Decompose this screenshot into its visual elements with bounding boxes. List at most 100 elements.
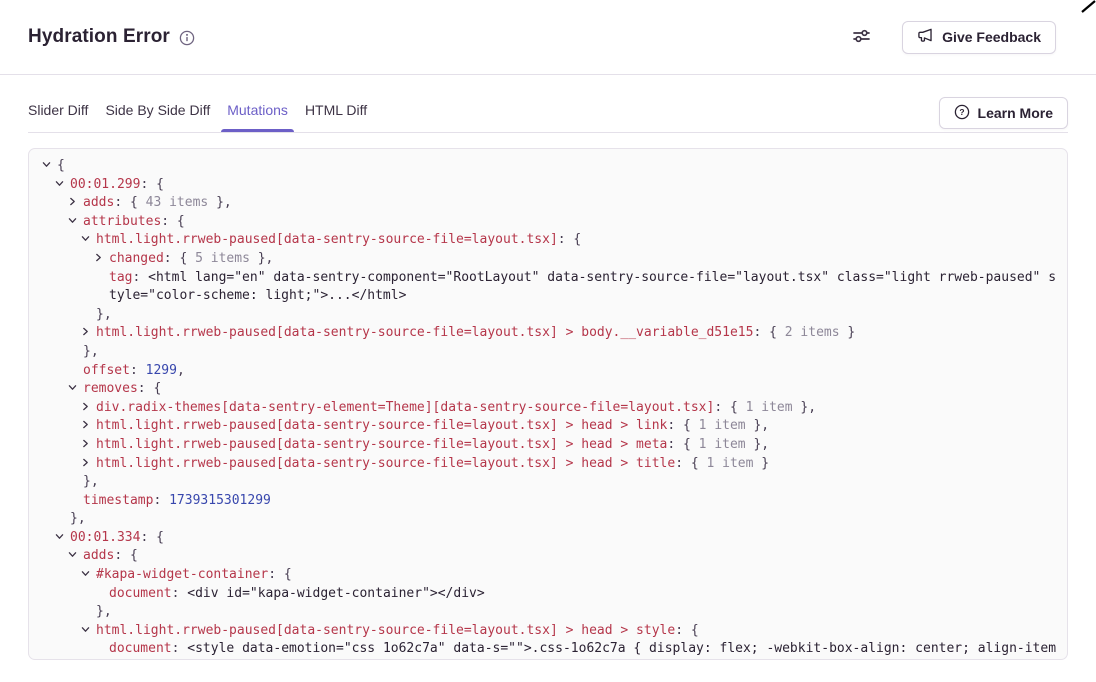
expand-arrow-icon[interactable] (93, 250, 109, 269)
token-punct: }, (83, 474, 99, 489)
tree-line: }, (29, 306, 1057, 325)
token-punct: : { (164, 251, 195, 266)
token-punct: }, (83, 344, 99, 359)
collapse-arrow-icon[interactable] (41, 157, 57, 176)
token-num: 1739315301299 (169, 493, 271, 508)
token-punct: } (840, 325, 856, 340)
tree-line: adds: { (29, 547, 1057, 566)
token-punct: : { (675, 456, 706, 471)
tree-line: document: <div id="kapa-widget-container… (29, 585, 1057, 604)
token-punct: : { (667, 418, 698, 433)
tab-html-diff[interactable]: HTML Diff (305, 102, 367, 132)
tab-side-by-side-diff[interactable]: Side By Side Diff (105, 102, 210, 132)
token-meta: 5 items (195, 251, 250, 266)
token-key: removes (83, 381, 138, 396)
expand-arrow-icon[interactable] (80, 417, 96, 436)
token-str: <style data-emotion="css 1o62c7a" data-s… (187, 641, 1056, 656)
token-key: html.light.rrweb-paused[data-sentry-sour… (96, 623, 675, 638)
give-feedback-label: Give Feedback (942, 29, 1041, 45)
token-meta: 1 item (699, 437, 746, 452)
token-punct: : { (114, 195, 145, 210)
expand-arrow-icon[interactable] (80, 436, 96, 455)
tree-line: changed: { 5 items }, (29, 250, 1057, 269)
token-key: document (109, 586, 172, 601)
expand-arrow-icon[interactable] (67, 194, 83, 213)
expand-arrow-icon[interactable] (80, 324, 96, 343)
question-mark-icon: ? (954, 104, 970, 123)
collapse-arrow-icon[interactable] (54, 176, 70, 195)
tree-line: }, (29, 603, 1057, 622)
collapse-arrow-icon[interactable] (80, 566, 96, 585)
token-punct: }, (208, 195, 231, 210)
learn-more-button[interactable]: ? Learn More (939, 97, 1068, 129)
megaphone-icon (917, 27, 934, 47)
tab-mutations[interactable]: Mutations (227, 102, 288, 132)
token-punct: } (753, 456, 769, 471)
token-meta: 1 item (699, 418, 746, 433)
token-punct: }, (746, 418, 769, 433)
token-punct: : { (675, 623, 698, 638)
token-punct: : { (753, 325, 784, 340)
token-punct: }, (793, 400, 816, 415)
token-key: document (109, 641, 172, 656)
give-feedback-button[interactable]: Give Feedback (902, 21, 1056, 54)
token-punct: : { (140, 177, 163, 192)
token-punct: : { (138, 381, 161, 396)
token-key: timestamp (83, 493, 153, 508)
token-key: changed (109, 251, 164, 266)
tree-line: 00:01.299: { (29, 176, 1057, 195)
token-punct: : (153, 493, 169, 508)
tree-line: timestamp: 1739315301299 (29, 492, 1057, 511)
expand-arrow-icon[interactable] (80, 455, 96, 474)
token-key: 00:01.299 (70, 177, 140, 192)
token-punct: : { (714, 400, 745, 415)
token-punct: : { (161, 214, 184, 229)
token-punct: }, (250, 251, 273, 266)
tree-line: div.radix-themes[data-sentry-element=The… (29, 399, 1057, 418)
token-key: html.light.rrweb-paused[data-sentry-sour… (96, 325, 753, 340)
expand-arrow-icon[interactable] (80, 399, 96, 418)
info-icon[interactable] (179, 30, 195, 46)
token-num: 1299 (146, 363, 177, 378)
svg-text:?: ? (959, 107, 964, 117)
token-punct: : (172, 641, 188, 656)
preferences-sliders-button[interactable] (847, 22, 876, 53)
token-punct: : { (558, 232, 581, 247)
token-key: div.radix-themes[data-sentry-element=The… (96, 400, 714, 415)
token-punct: }, (96, 307, 112, 322)
mutations-panel: {00:01.299: {adds: { 43 items },attribut… (28, 148, 1068, 660)
token-punct: : (172, 586, 188, 601)
token-key: html.light.rrweb-paused[data-sentry-sour… (96, 437, 667, 452)
token-key: html.light.rrweb-paused[data-sentry-sour… (96, 456, 675, 471)
sliders-icon (851, 26, 872, 49)
token-key: html.light.rrweb-paused[data-sentry-sour… (96, 418, 667, 433)
collapse-arrow-icon[interactable] (80, 231, 96, 250)
token-key: offset (83, 363, 130, 378)
token-key: adds (83, 548, 114, 563)
collapse-arrow-icon[interactable] (54, 529, 70, 548)
tree-line: html.light.rrweb-paused[data-sentry-sour… (29, 622, 1057, 641)
tree-line: document: <style data-emotion="css 1o62c… (29, 640, 1057, 659)
tree-line: html.light.rrweb-paused[data-sentry-sour… (29, 324, 1057, 343)
mutation-tree: {00:01.299: {adds: { 43 items },attribut… (29, 157, 1057, 659)
token-punct: : (130, 363, 146, 378)
token-punct: : { (268, 567, 291, 582)
token-punct: : (132, 270, 148, 285)
token-meta: 1 item (707, 456, 754, 471)
tree-line: offset: 1299, (29, 362, 1057, 381)
token-key: adds (83, 195, 114, 210)
tree-line: }, (29, 510, 1057, 529)
token-meta: 2 items (785, 325, 840, 340)
token-punct: { (57, 158, 65, 173)
collapse-arrow-icon[interactable] (67, 380, 83, 399)
learn-more-label: Learn More (978, 105, 1053, 121)
collapse-arrow-icon[interactable] (67, 213, 83, 232)
token-punct: : { (140, 530, 163, 545)
token-punct: : { (667, 437, 698, 452)
token-punct: : { (114, 548, 137, 563)
token-key: #kapa-widget-container (96, 567, 268, 582)
collapse-arrow-icon[interactable] (67, 547, 83, 566)
tab-slider-diff[interactable]: Slider Diff (28, 102, 88, 132)
collapse-arrow-icon[interactable] (80, 622, 96, 641)
tree-line: adds: { 43 items }, (29, 194, 1057, 213)
